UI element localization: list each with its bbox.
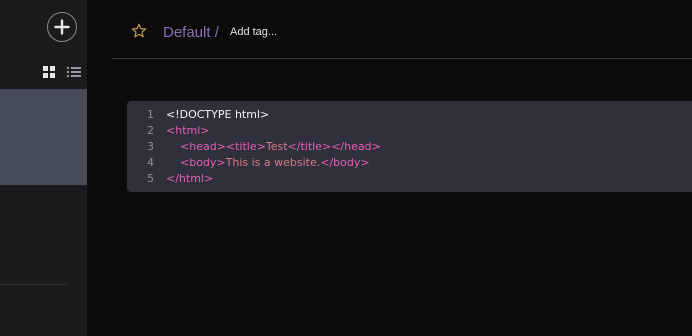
code-text: </html>	[166, 171, 213, 187]
code-token: Test	[265, 140, 288, 153]
add-note-button[interactable]	[47, 12, 77, 42]
code-line: 3 <head><title>Test</title></head>	[127, 139, 692, 155]
line-number: 5	[147, 172, 154, 185]
code-token: <title>	[225, 140, 266, 153]
code-token: </html>	[166, 172, 214, 185]
code-line: 2 <html>	[127, 123, 692, 139]
line-number: 4	[147, 156, 154, 169]
notebook-breadcrumb[interactable]: Default /	[163, 24, 219, 42]
plus-icon	[54, 19, 70, 35]
line-number: 1	[147, 108, 154, 121]
line-number: 2	[147, 124, 154, 137]
code-line: 4 <body>This is a website.</body>	[127, 155, 692, 171]
code-text: <!DOCTYPE html>	[166, 107, 269, 123]
code-text: <head><title>Test</title></head>	[166, 139, 381, 155]
code-token: </title>	[287, 140, 332, 153]
star-icon[interactable]	[131, 23, 147, 39]
code-token: <body>	[180, 156, 226, 169]
grid-view-icon[interactable]	[43, 66, 55, 78]
header-divider	[112, 58, 692, 59]
list-view-icon[interactable]	[67, 66, 81, 78]
sidebar-divider	[0, 284, 67, 285]
code-token: </body>	[320, 156, 370, 169]
code-text: <body>This is a website.</body>	[166, 155, 370, 171]
code-line: 1 <!DOCTYPE html>	[127, 107, 692, 123]
line-number: 3	[147, 140, 154, 153]
code-text: <html>	[166, 123, 210, 139]
code-token: <!DOCTYPE html>	[166, 108, 270, 121]
notes-sidebar	[0, 0, 87, 336]
selected-note-item[interactable]	[0, 89, 87, 185]
code-token: This is a website.	[225, 156, 321, 169]
code-line: 5 </html>	[127, 171, 692, 187]
code-block[interactable]: 1 <!DOCTYPE html> 2 <html> 3 <head><title>Te…	[127, 101, 692, 192]
code-token: </head>	[331, 140, 381, 153]
note-editor-pane: Default / Add tag... 1 <!DOCTYPE html> 2 <h…	[87, 0, 692, 336]
add-tag-input[interactable]: Add tag...	[230, 25, 277, 39]
code-token: <html>	[166, 124, 210, 137]
code-token: <head>	[180, 140, 226, 153]
